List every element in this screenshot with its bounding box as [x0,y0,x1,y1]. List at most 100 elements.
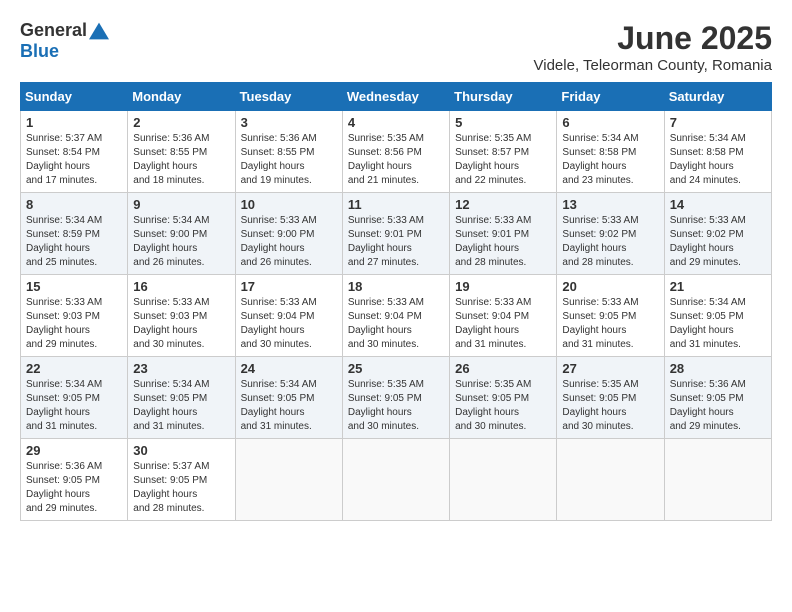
calendar-cell [235,439,342,521]
calendar-cell: 16 Sunrise: 5:33 AM Sunset: 9:03 PM Dayl… [128,275,235,357]
day-number: 14 [670,197,766,212]
day-number: 17 [241,279,337,294]
week-row-4: 22 Sunrise: 5:34 AM Sunset: 9:05 PM Dayl… [21,357,772,439]
weekday-header-saturday: Saturday [664,83,771,111]
day-number: 3 [241,115,337,130]
day-info: Sunrise: 5:37 AM Sunset: 9:05 PM Dayligh… [133,460,229,516]
day-number: 28 [670,361,766,376]
day-number: 6 [562,115,658,130]
weekday-header-monday: Monday [128,83,235,111]
month-title: June 2025 [534,20,772,57]
calendar-cell: 15 Sunrise: 5:33 AM Sunset: 9:03 PM Dayl… [21,275,128,357]
logo-blue: Blue [20,41,59,62]
day-info: Sunrise: 5:34 AM Sunset: 9:05 PM Dayligh… [26,378,122,434]
day-info: Sunrise: 5:34 AM Sunset: 9:05 PM Dayligh… [670,296,766,352]
calendar-cell: 8 Sunrise: 5:34 AM Sunset: 8:59 PM Dayli… [21,193,128,275]
calendar-cell: 4 Sunrise: 5:35 AM Sunset: 8:56 PM Dayli… [342,111,449,193]
weekday-header-friday: Friday [557,83,664,111]
calendar-cell: 26 Sunrise: 5:35 AM Sunset: 9:05 PM Dayl… [450,357,557,439]
day-info: Sunrise: 5:33 AM Sunset: 9:04 PM Dayligh… [241,296,337,352]
day-info: Sunrise: 5:36 AM Sunset: 8:55 PM Dayligh… [241,132,337,188]
day-info: Sunrise: 5:34 AM Sunset: 8:59 PM Dayligh… [26,214,122,270]
calendar-cell: 2 Sunrise: 5:36 AM Sunset: 8:55 PM Dayli… [128,111,235,193]
title-area: June 2025 Videle, Teleorman County, Roma… [534,20,772,74]
calendar-cell: 18 Sunrise: 5:33 AM Sunset: 9:04 PM Dayl… [342,275,449,357]
header: General Blue June 2025 Videle, Teleorman… [20,20,772,74]
day-info: Sunrise: 5:37 AM Sunset: 8:54 PM Dayligh… [26,132,122,188]
calendar-cell [342,439,449,521]
calendar-cell: 7 Sunrise: 5:34 AM Sunset: 8:58 PM Dayli… [664,111,771,193]
day-number: 12 [455,197,551,212]
calendar-cell [557,439,664,521]
day-number: 18 [348,279,444,294]
day-info: Sunrise: 5:35 AM Sunset: 9:05 PM Dayligh… [348,378,444,434]
day-number: 27 [562,361,658,376]
day-number: 8 [26,197,122,212]
logo: General Blue [20,20,109,62]
calendar-cell: 12 Sunrise: 5:33 AM Sunset: 9:01 PM Dayl… [450,193,557,275]
calendar-cell: 10 Sunrise: 5:33 AM Sunset: 9:00 PM Dayl… [235,193,342,275]
day-number: 2 [133,115,229,130]
calendar-cell: 13 Sunrise: 5:33 AM Sunset: 9:02 PM Dayl… [557,193,664,275]
weekday-header-wednesday: Wednesday [342,83,449,111]
day-info: Sunrise: 5:35 AM Sunset: 9:05 PM Dayligh… [455,378,551,434]
calendar-cell: 11 Sunrise: 5:33 AM Sunset: 9:01 PM Dayl… [342,193,449,275]
day-info: Sunrise: 5:33 AM Sunset: 9:03 PM Dayligh… [133,296,229,352]
day-info: Sunrise: 5:33 AM Sunset: 9:00 PM Dayligh… [241,214,337,270]
weekday-header-tuesday: Tuesday [235,83,342,111]
calendar-cell: 23 Sunrise: 5:34 AM Sunset: 9:05 PM Dayl… [128,357,235,439]
week-row-5: 29 Sunrise: 5:36 AM Sunset: 9:05 PM Dayl… [21,439,772,521]
calendar-cell [664,439,771,521]
calendar: SundayMondayTuesdayWednesdayThursdayFrid… [20,82,772,521]
calendar-cell: 1 Sunrise: 5:37 AM Sunset: 8:54 PM Dayli… [21,111,128,193]
day-info: Sunrise: 5:33 AM Sunset: 9:02 PM Dayligh… [562,214,658,270]
day-number: 22 [26,361,122,376]
calendar-cell: 21 Sunrise: 5:34 AM Sunset: 9:05 PM Dayl… [664,275,771,357]
day-number: 21 [670,279,766,294]
calendar-cell [450,439,557,521]
calendar-cell: 9 Sunrise: 5:34 AM Sunset: 9:00 PM Dayli… [128,193,235,275]
day-info: Sunrise: 5:34 AM Sunset: 9:05 PM Dayligh… [133,378,229,434]
week-row-2: 8 Sunrise: 5:34 AM Sunset: 8:59 PM Dayli… [21,193,772,275]
day-info: Sunrise: 5:33 AM Sunset: 9:03 PM Dayligh… [26,296,122,352]
day-info: Sunrise: 5:33 AM Sunset: 9:02 PM Dayligh… [670,214,766,270]
calendar-cell: 30 Sunrise: 5:37 AM Sunset: 9:05 PM Dayl… [128,439,235,521]
day-info: Sunrise: 5:33 AM Sunset: 9:05 PM Dayligh… [562,296,658,352]
calendar-cell: 25 Sunrise: 5:35 AM Sunset: 9:05 PM Dayl… [342,357,449,439]
calendar-cell: 24 Sunrise: 5:34 AM Sunset: 9:05 PM Dayl… [235,357,342,439]
day-info: Sunrise: 5:34 AM Sunset: 9:05 PM Dayligh… [241,378,337,434]
calendar-cell: 17 Sunrise: 5:33 AM Sunset: 9:04 PM Dayl… [235,275,342,357]
calendar-cell: 27 Sunrise: 5:35 AM Sunset: 9:05 PM Dayl… [557,357,664,439]
logo-general: General [20,20,87,41]
day-number: 25 [348,361,444,376]
day-number: 4 [348,115,444,130]
day-number: 13 [562,197,658,212]
calendar-cell: 28 Sunrise: 5:36 AM Sunset: 9:05 PM Dayl… [664,357,771,439]
day-info: Sunrise: 5:36 AM Sunset: 9:05 PM Dayligh… [670,378,766,434]
day-number: 10 [241,197,337,212]
week-row-3: 15 Sunrise: 5:33 AM Sunset: 9:03 PM Dayl… [21,275,772,357]
day-number: 16 [133,279,229,294]
day-info: Sunrise: 5:33 AM Sunset: 9:01 PM Dayligh… [348,214,444,270]
weekday-header-sunday: Sunday [21,83,128,111]
calendar-cell: 22 Sunrise: 5:34 AM Sunset: 9:05 PM Dayl… [21,357,128,439]
location-title: Videle, Teleorman County, Romania [534,57,772,74]
day-info: Sunrise: 5:33 AM Sunset: 9:01 PM Dayligh… [455,214,551,270]
day-number: 29 [26,443,122,458]
logo-icon [89,21,109,41]
calendar-cell: 6 Sunrise: 5:34 AM Sunset: 8:58 PM Dayli… [557,111,664,193]
calendar-cell: 19 Sunrise: 5:33 AM Sunset: 9:04 PM Dayl… [450,275,557,357]
calendar-cell: 29 Sunrise: 5:36 AM Sunset: 9:05 PM Dayl… [21,439,128,521]
calendar-cell: 3 Sunrise: 5:36 AM Sunset: 8:55 PM Dayli… [235,111,342,193]
day-number: 30 [133,443,229,458]
calendar-cell: 14 Sunrise: 5:33 AM Sunset: 9:02 PM Dayl… [664,193,771,275]
weekday-header-row: SundayMondayTuesdayWednesdayThursdayFrid… [21,83,772,111]
day-number: 23 [133,361,229,376]
day-number: 20 [562,279,658,294]
day-info: Sunrise: 5:33 AM Sunset: 9:04 PM Dayligh… [455,296,551,352]
day-number: 9 [133,197,229,212]
day-number: 19 [455,279,551,294]
day-info: Sunrise: 5:36 AM Sunset: 9:05 PM Dayligh… [26,460,122,516]
day-number: 11 [348,197,444,212]
day-number: 5 [455,115,551,130]
